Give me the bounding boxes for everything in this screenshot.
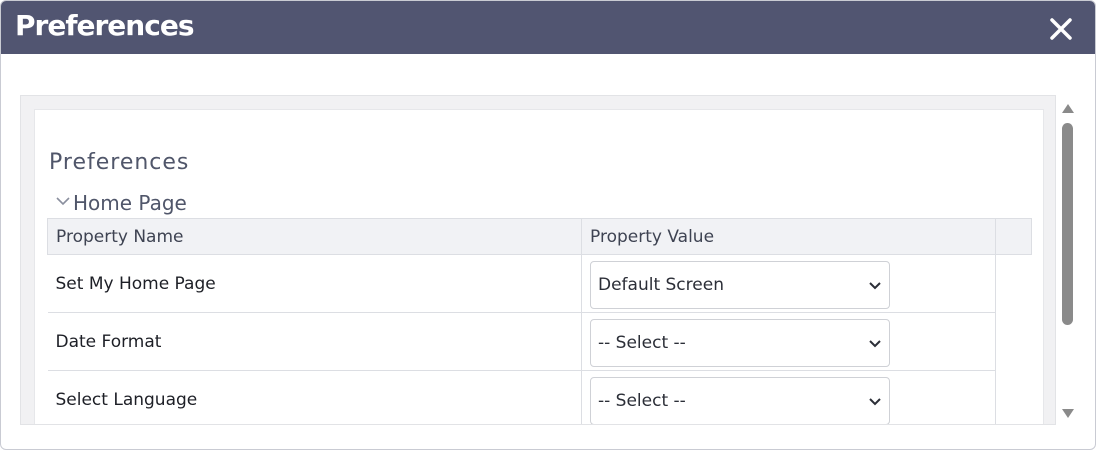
- table-row: Date Format -- Select --: [47, 312, 1032, 371]
- column-header-property-value: Property Value: [581, 218, 996, 255]
- column-header-property-name: Property Name: [47, 218, 582, 255]
- property-value-cell: -- Select --: [581, 312, 996, 371]
- select-value: Default Screen: [598, 274, 724, 295]
- select-value: -- Select --: [598, 390, 686, 411]
- scroll-up-arrow-icon[interactable]: [1060, 101, 1076, 113]
- home-page-select[interactable]: Default Screen: [590, 260, 890, 309]
- property-name-cell: Set My Home Page: [47, 254, 582, 313]
- home-page-group-toggle[interactable]: Home Page: [55, 189, 187, 217]
- property-value-cell: Default Screen: [581, 254, 996, 313]
- row-spacer: [996, 313, 1032, 371]
- table-row: Set My Home Page Default Screen: [47, 254, 1032, 313]
- property-value-cell: -- Select --: [581, 370, 996, 424]
- chevron-down-icon: [867, 278, 883, 294]
- row-spacer: [996, 255, 1032, 313]
- column-header-spacer: [995, 218, 1032, 255]
- select-value: -- Select --: [598, 332, 686, 353]
- chevron-down-icon: [55, 193, 71, 214]
- close-icon[interactable]: [1045, 13, 1077, 45]
- property-name-cell: Select Language: [47, 370, 582, 424]
- dialog-title: Preferences: [15, 9, 194, 42]
- section-title: Preferences: [49, 150, 190, 175]
- preferences-dialog: Preferences Preferences Home Page Proper…: [0, 0, 1096, 450]
- content-scroll-area: Preferences Home Page Property Name Prop…: [20, 95, 1056, 425]
- row-spacer: [996, 371, 1032, 425]
- chevron-down-icon: [867, 394, 883, 410]
- table-row: Select Language -- Select --: [47, 370, 1032, 425]
- dialog-titlebar: Preferences: [1, 1, 1095, 54]
- preferences-panel: Preferences Home Page Property Name Prop…: [34, 109, 1044, 425]
- vertical-scrollbar[interactable]: [1059, 97, 1077, 425]
- group-label: Home Page: [73, 191, 187, 215]
- scroll-down-arrow-icon[interactable]: [1060, 407, 1076, 419]
- table-header-row: Property Name Property Value: [47, 218, 1032, 255]
- language-select[interactable]: -- Select --: [590, 376, 890, 424]
- property-name-cell: Date Format: [47, 312, 582, 371]
- scrollbar-thumb[interactable]: [1062, 123, 1073, 325]
- chevron-down-icon: [867, 336, 883, 352]
- properties-table: Property Name Property Value Set My Home…: [47, 218, 1032, 425]
- date-format-select[interactable]: -- Select --: [590, 318, 890, 367]
